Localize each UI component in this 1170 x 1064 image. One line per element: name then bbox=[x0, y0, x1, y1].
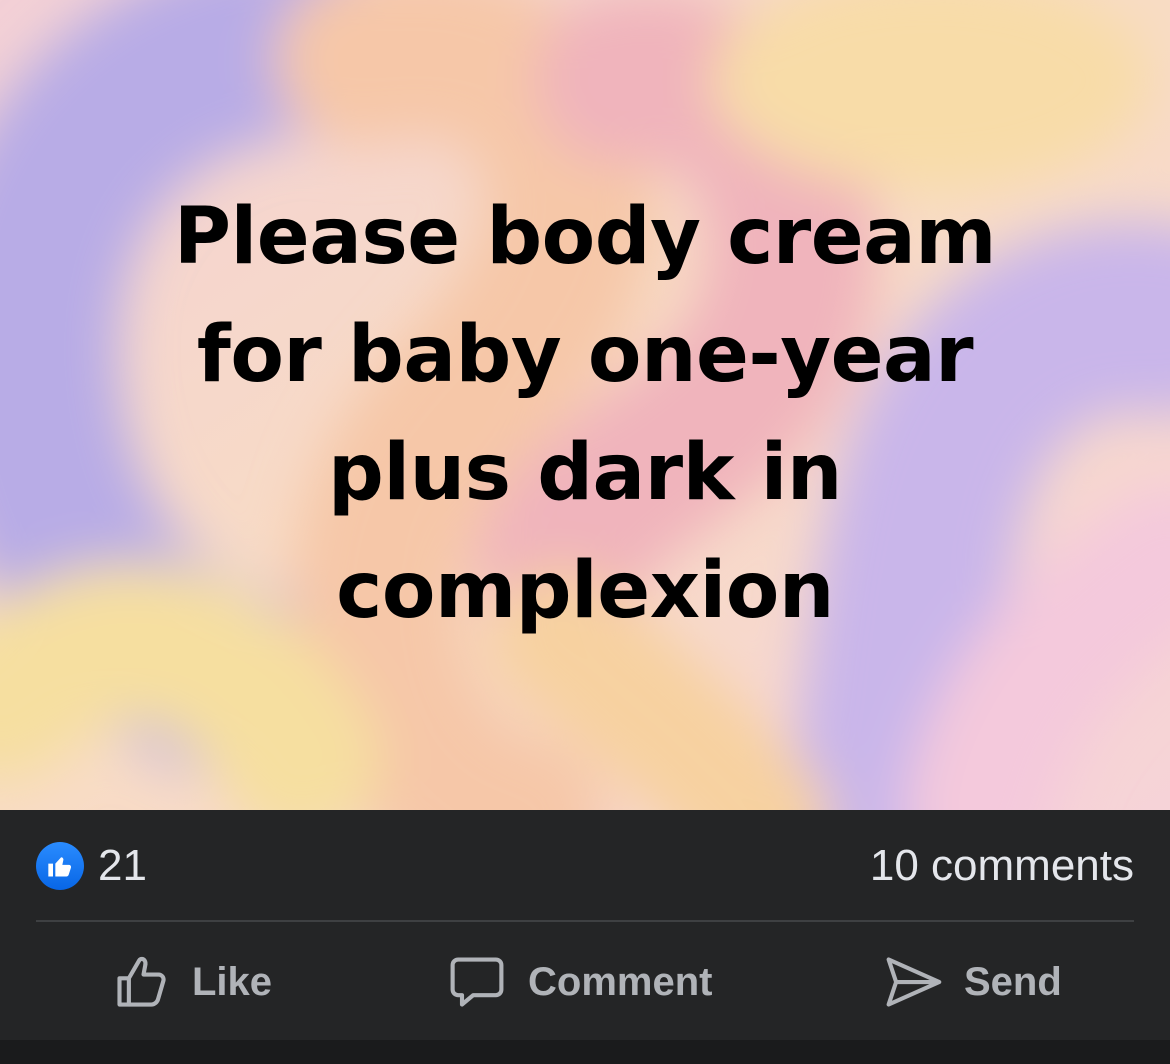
reaction-count-group[interactable]: 21 bbox=[36, 841, 147, 891]
bottom-strip bbox=[0, 1040, 1170, 1064]
thumbs-up-outline-icon bbox=[117, 956, 166, 1007]
paper-plane-icon bbox=[886, 957, 942, 1007]
post-text: Please body cream for baby one-year plus… bbox=[85, 178, 1085, 650]
post-text-line: plus dark in bbox=[328, 428, 842, 518]
thumbs-up-icon bbox=[48, 857, 72, 877]
post-text-line: complexion bbox=[336, 546, 834, 636]
post-footer: 21 10 comments Like Comment Send bbox=[0, 810, 1170, 1040]
post-card: Please body cream for baby one-year plus… bbox=[0, 0, 1170, 1064]
like-reaction-icon bbox=[36, 842, 84, 890]
comment-button-label: Comment bbox=[528, 959, 713, 1004]
reactions-summary: 21 10 comments bbox=[36, 840, 1134, 892]
comments-count-link[interactable]: 10 comments bbox=[870, 841, 1134, 891]
divider bbox=[36, 920, 1134, 922]
comment-button[interactable]: Comment bbox=[446, 940, 712, 1024]
post-background[interactable]: Please body cream for baby one-year plus… bbox=[0, 0, 1170, 810]
action-bar: Like Comment Send bbox=[0, 940, 1170, 1024]
like-button-label: Like bbox=[192, 959, 273, 1004]
reaction-count: 21 bbox=[98, 841, 147, 890]
send-button[interactable]: Send bbox=[882, 940, 1062, 1024]
post-text-line: Please body cream bbox=[173, 192, 997, 282]
like-button[interactable]: Like bbox=[112, 940, 272, 1024]
send-button-label: Send bbox=[964, 959, 1062, 1004]
speech-bubble-icon bbox=[450, 957, 504, 1007]
post-text-line: for baby one-year bbox=[196, 310, 974, 400]
